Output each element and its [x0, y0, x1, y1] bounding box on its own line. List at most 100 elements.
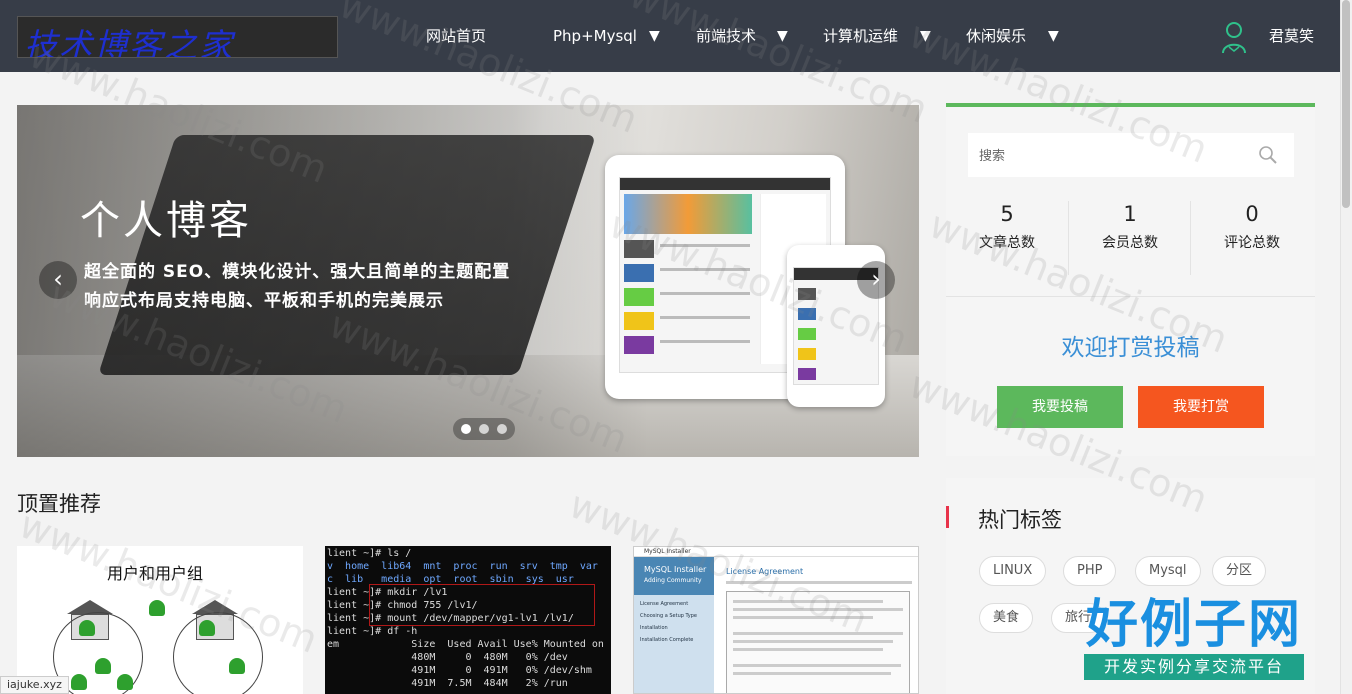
installer-step: Installation Complete	[640, 637, 694, 643]
mockup-line	[660, 340, 750, 343]
mockup-thumb	[624, 288, 654, 306]
installer-text-line	[726, 581, 912, 584]
mockup-hero	[624, 194, 752, 234]
license-text-line	[733, 664, 901, 667]
stat-articles: 5 文章总数	[947, 199, 1067, 257]
search-placeholder: 搜索	[979, 149, 1006, 164]
mockup-thumb	[798, 348, 816, 360]
carousel-next-icon[interactable]: ›	[857, 261, 895, 299]
donate-button[interactable]: 我要打赏	[1138, 386, 1264, 428]
brand-watermark-title: 好例子网	[1086, 595, 1303, 655]
mockup-header	[620, 178, 830, 190]
installer-side-subtitle: Adding Community	[644, 577, 702, 584]
stat-members: 1 会员总数	[1070, 199, 1190, 257]
card-diagram-title: 用户和用户组	[107, 564, 204, 583]
user-icon	[71, 674, 87, 690]
installer-step: Installation	[640, 625, 668, 631]
terminal-line: lient ~]# ls /	[327, 548, 412, 559]
nav-item-ops[interactable]: 计算机运维	[823, 24, 898, 48]
license-text-box	[726, 591, 910, 693]
recommend-card-mysql-installer[interactable]: MySQL Installer MySQL Installer Adding C…	[633, 546, 919, 694]
brand-watermark: 好例子网 开发实例分享交流平台	[1084, 596, 1308, 686]
status-url-tooltip: iajuke.xyz	[0, 676, 69, 694]
license-text-line	[733, 640, 893, 643]
license-text-line	[733, 648, 883, 651]
stat-members-label: 会员总数	[1102, 235, 1158, 251]
mockup-line	[660, 292, 750, 295]
carousel-dot[interactable]	[479, 424, 489, 434]
chevron-down-icon[interactable]: ▼	[649, 26, 660, 46]
installer-window-title: MySQL Installer	[634, 547, 918, 557]
nav-item-frontend[interactable]: 前端技术	[696, 24, 756, 48]
top-recommend-title: 顶置推荐	[17, 492, 101, 516]
user-icon	[149, 600, 165, 616]
search-input[interactable]: 搜索	[968, 133, 1294, 177]
sidebar-info-panel: 搜索 5 文章总数 1 会员总数 0 评论总数 欢迎打赏投稿 我要投稿 我要打赏	[946, 103, 1315, 456]
terminal-line: 480M 0 480M 0% /dev	[327, 652, 568, 663]
recommend-card-lvm-terminal[interactable]: lient ~]# ls / v home lib64 mnt proc run…	[325, 546, 611, 694]
user-icon	[117, 674, 133, 690]
recommend-card-users-groups[interactable]: 用户和用户组	[17, 546, 303, 694]
stat-articles-value: 5	[1000, 202, 1014, 226]
mockup-line	[660, 244, 750, 247]
stat-divider	[1190, 201, 1191, 275]
mockup-line	[660, 316, 750, 319]
stat-comments-value: 0	[1245, 202, 1259, 226]
carousel-dot[interactable]	[497, 424, 507, 434]
nav-item-home[interactable]: 网站首页	[426, 24, 486, 48]
installer-main-title: License Agreement	[726, 567, 804, 576]
search-icon[interactable]	[1258, 145, 1278, 165]
installer-side-title: MySQL Installer	[644, 565, 707, 574]
tag-food[interactable]: 美食	[979, 603, 1034, 633]
brand-watermark-subtitle: 开发实例分享交流平台	[1084, 654, 1304, 680]
license-text-line	[733, 600, 883, 603]
license-text-line	[733, 616, 873, 619]
user-icon	[95, 658, 111, 674]
stat-members-value: 1	[1123, 202, 1137, 226]
carousel-prev-icon[interactable]: ‹	[39, 261, 77, 299]
user-icon	[199, 620, 215, 636]
carousel-indicators	[453, 418, 515, 440]
top-navbar: 技术博客之家 网站首页 Php+Mysql ▼ 前端技术 ▼ 计算机运维 ▼ 休…	[0, 0, 1340, 72]
terminal-line: 491M 7.5M 484M 2% /run	[327, 678, 568, 689]
license-text-line	[733, 632, 903, 635]
section-accent-bar	[946, 506, 949, 528]
user-avatar-icon[interactable]	[1220, 20, 1248, 54]
terminal-line: lient ~]# df -h	[327, 626, 418, 637]
mockup-thumb	[624, 240, 654, 258]
banner-description: 超全面的 SEO、模块化设计、强大且简单的主题配置响应式布局支持电脑、平板和手机…	[84, 262, 511, 311]
mockup-thumb	[798, 288, 816, 300]
terminal-line: lient ~]# chmod 755 /lv1/	[327, 600, 478, 611]
terminal-line: lient ~]# mkdir /lv1	[327, 587, 448, 598]
hero-carousel[interactable]: 个人博客 超全面的 SEO、模块化设计、强大且简单的主题配置响应式布局支持电脑、…	[17, 105, 919, 457]
nav-item-leisure[interactable]: 休闲娱乐	[966, 24, 1026, 48]
site-logo[interactable]: 技术博客之家	[17, 16, 338, 58]
banner-title: 个人博客	[80, 198, 252, 244]
submit-article-button[interactable]: 我要投稿	[997, 386, 1123, 428]
tag-mysql[interactable]: Mysql	[1135, 556, 1201, 586]
installer-step: License Agreement	[640, 601, 689, 607]
chevron-down-icon[interactable]: ▼	[777, 26, 788, 46]
installer-step: Choosing a Setup Type	[640, 613, 697, 619]
terminal-line: em Size Used Avail Use% Mounted on	[327, 639, 604, 650]
chevron-down-icon[interactable]: ▼	[1048, 26, 1059, 46]
tag-php[interactable]: PHP	[1063, 556, 1117, 586]
chevron-down-icon[interactable]: ▼	[920, 26, 931, 46]
license-text-line	[733, 672, 891, 675]
mockup-thumb	[624, 312, 654, 330]
mockup-thumb	[624, 336, 654, 354]
group-circle	[173, 612, 263, 694]
terminal-line: 491M 0 491M 0% /dev/shm	[327, 665, 592, 676]
hot-tags-title: 热门标签	[978, 508, 1062, 532]
user-name[interactable]: 君莫笑	[1269, 24, 1314, 48]
stat-divider	[1068, 201, 1069, 275]
nav-item-php-mysql[interactable]: Php+Mysql	[553, 24, 637, 48]
mockup-thumb	[624, 264, 654, 282]
tag-partition[interactable]: 分区	[1212, 556, 1267, 586]
carousel-dot-active[interactable]	[461, 424, 471, 434]
tag-linux[interactable]: LINUX	[979, 556, 1047, 586]
scrollbar-thumb[interactable]	[1342, 0, 1350, 208]
installer-sidebar: MySQL Installer Adding Community License…	[634, 557, 714, 693]
installer-sidebar-header: MySQL Installer Adding Community	[634, 557, 714, 595]
mockup-thumb	[798, 308, 816, 320]
